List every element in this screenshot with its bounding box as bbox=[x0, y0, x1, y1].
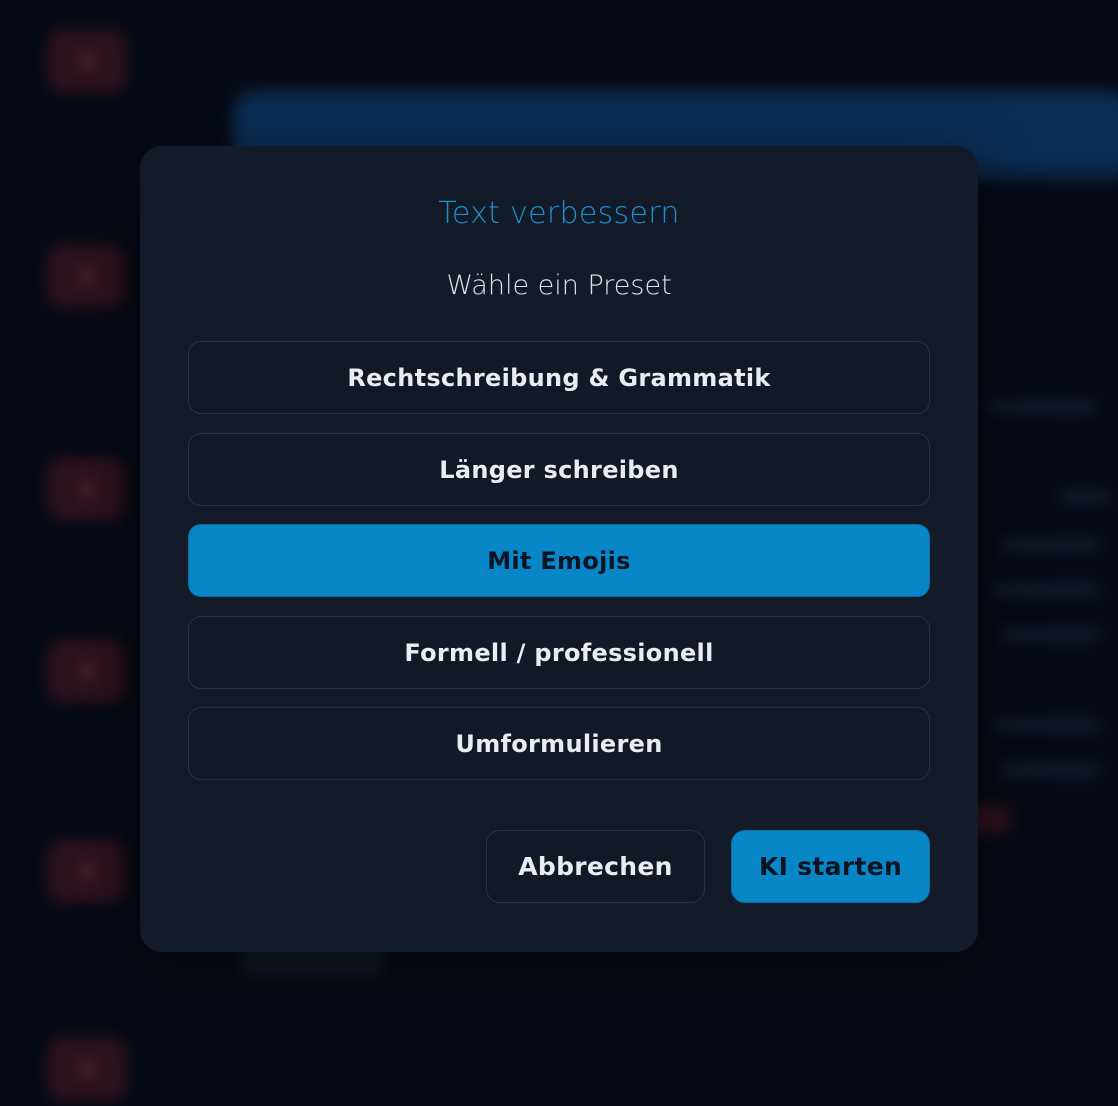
background-sidebar-button bbox=[48, 840, 126, 902]
preset-option-rephrase[interactable]: Umformulieren bbox=[188, 707, 930, 780]
preset-option-formal-professional[interactable]: Formell / professionell bbox=[188, 616, 930, 689]
app-screen: Text verbessern Wähle ein Preset Rechtsc… bbox=[0, 0, 1118, 1106]
preset-option-write-longer[interactable]: Länger schreiben bbox=[188, 433, 930, 506]
start-ai-button[interactable]: KI starten bbox=[731, 830, 930, 903]
background-text-line bbox=[1000, 540, 1100, 550]
background-sidebar-button bbox=[48, 640, 126, 702]
background-text-line bbox=[990, 720, 1100, 730]
background-text-line bbox=[1060, 492, 1110, 502]
cancel-button[interactable]: Abbrechen bbox=[486, 830, 705, 903]
background-text-line bbox=[990, 585, 1100, 595]
background-sidebar-button bbox=[48, 458, 126, 520]
background-sidebar-button bbox=[48, 30, 126, 92]
dialog-title: Text verbessern bbox=[438, 196, 680, 231]
background-text-line bbox=[985, 402, 1095, 412]
background-text-line bbox=[1000, 765, 1100, 775]
dialog-subtitle: Wähle ein Preset bbox=[446, 270, 672, 301]
preset-option-with-emojis[interactable]: Mit Emojis bbox=[188, 524, 930, 597]
preset-option-spelling-grammar[interactable]: Rechtschreibung & Grammatik bbox=[188, 341, 930, 414]
background-sidebar-button bbox=[48, 1038, 126, 1100]
background-text-line bbox=[1000, 630, 1100, 640]
